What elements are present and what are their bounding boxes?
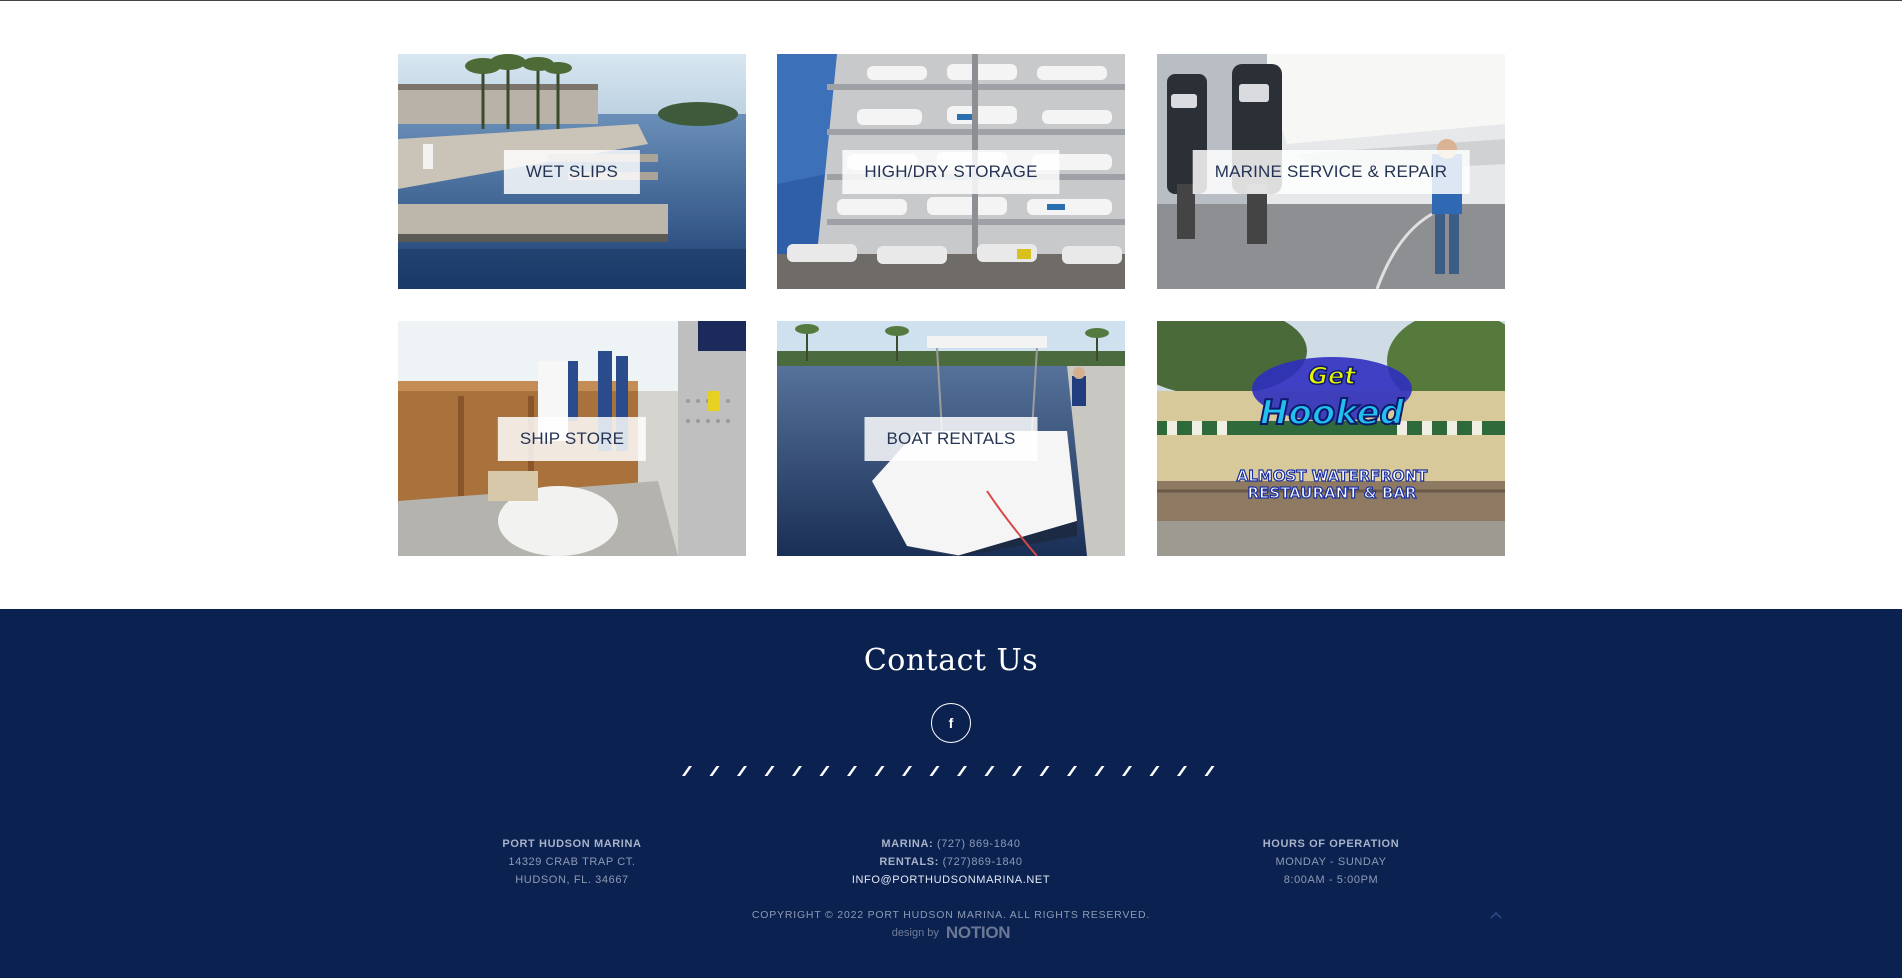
street-address: 14329 CRAB TRAP CT.: [508, 856, 636, 868]
rope-link: [957, 766, 967, 776]
facebook-icon: f: [948, 715, 954, 731]
contact-title: Contact Us: [863, 643, 1039, 678]
rope-link: [819, 766, 830, 776]
hours-days: MONDAY - SUNDAY: [1275, 856, 1387, 868]
tile-label: BOAT RENTALS: [864, 416, 1038, 461]
tile-label: WET SLIPS: [503, 149, 641, 194]
copyright-text: COPYRIGHT © 2022 PORT HUDSON MARINA. ALL…: [751, 909, 1151, 921]
logo-line-1: ALMOST WATERFRONT: [1237, 467, 1429, 485]
tile-get-hooked-restaurant[interactable]: Get Hooked ALMOST WATERFRONT RESTAURANT …: [1157, 321, 1505, 556]
rentals-phone[interactable]: (727)869-1840: [943, 856, 1023, 868]
city-address: HUDSON, FL. 34667: [515, 874, 629, 886]
rope-link: [1067, 766, 1077, 776]
logo-word-hooked: Hooked: [1260, 393, 1405, 433]
chevron-up-icon[interactable]: [1488, 909, 1504, 921]
rope-link: [709, 766, 720, 776]
tile-label: SHIP STORE: [497, 416, 647, 461]
marina-phone-label: MARINA:: [881, 838, 934, 850]
marina-name: PORT HUDSON MARINA: [502, 838, 642, 850]
email-link[interactable]: INFO@PORTHUDSONMARINA.NET: [852, 874, 1050, 886]
rentals-phone-label: RENTALS:: [879, 856, 939, 868]
rope-link: [902, 766, 912, 776]
tile-marine-service-repair[interactable]: MARINE SERVICE & REPAIR: [1157, 54, 1505, 289]
address-column: PORT HUDSON MARINA 14329 CRAB TRAP CT. H…: [422, 835, 722, 889]
rope-link: [1122, 766, 1132, 776]
design-credit: design by NOTION: [0, 923, 1902, 943]
rope-link: [1149, 766, 1160, 776]
rope-link: [929, 766, 940, 776]
tile-label: MARINE SERVICE & REPAIR: [1192, 149, 1470, 194]
logo-line-2: RESTAURANT & BAR: [1247, 484, 1417, 502]
rope-link: [1177, 766, 1187, 776]
rope-divider: [682, 766, 1215, 776]
footer: Contact Us f PORT HUDSON MARINA 14329 CR…: [0, 609, 1902, 978]
rope-link: [1012, 766, 1022, 776]
marina-phone[interactable]: (727) 869-1840: [937, 838, 1021, 850]
rope-link: [682, 766, 692, 776]
tile-high-dry-storage[interactable]: HIGH/DRY STORAGE: [777, 54, 1125, 289]
logo-word-get: Get: [1308, 362, 1357, 390]
tile-boat-rentals[interactable]: BOAT RENTALS: [777, 321, 1125, 556]
rope-link: [764, 766, 775, 776]
services-grid: WET SLIPS HIGH/DRY STORAGE MARINE SERVIC…: [398, 54, 1506, 556]
rope-link: [1094, 766, 1105, 776]
rope-link: [847, 766, 857, 776]
restaurant-logo-photo: Get Hooked ALMOST WATERFRONT RESTAURANT …: [1157, 321, 1505, 556]
rope-link: [737, 766, 747, 776]
hours-title: HOURS OF OPERATION: [1262, 838, 1400, 850]
rope-link: [1204, 766, 1215, 776]
rope-link: [792, 766, 802, 776]
rope-link: [984, 766, 995, 776]
tile-wet-slips[interactable]: WET SLIPS: [398, 54, 746, 289]
top-divider: [0, 0, 1902, 1]
tile-ship-store[interactable]: SHIP STORE: [398, 321, 746, 556]
phone-column: MARINA: (727) 869-1840 RENTALS: (727)869…: [801, 835, 1101, 889]
credit-prefix: design by: [891, 927, 939, 939]
notion-logo[interactable]: NOTION: [946, 923, 1011, 942]
hours-time: 8:00AM - 5:00PM: [1283, 874, 1379, 886]
hours-column: HOURS OF OPERATION MONDAY - SUNDAY 8:00A…: [1181, 835, 1481, 889]
tile-label: HIGH/DRY STORAGE: [842, 149, 1060, 194]
rope-link: [1039, 766, 1050, 776]
facebook-button[interactable]: f: [931, 703, 971, 743]
rope-link: [874, 766, 885, 776]
